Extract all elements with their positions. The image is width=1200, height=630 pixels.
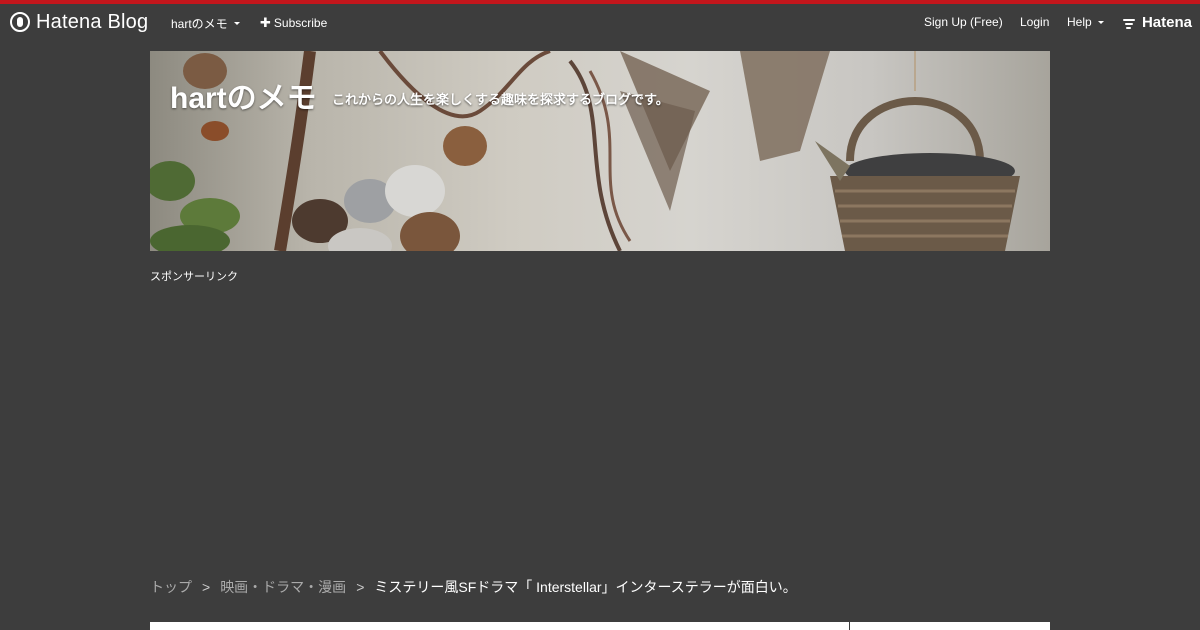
hatena-blog-icon: [10, 12, 30, 32]
main-content: [150, 622, 849, 630]
breadcrumb-current: ミステリー風SFドラマ「 Interstellar」インターステラーが面白い。: [374, 579, 797, 595]
caret-down-icon: [233, 22, 240, 25]
breadcrumb: トップ > 映画・ドラマ・漫画 > ミステリー風SFドラマ「 Interstellar」…: [150, 577, 797, 597]
hatena-logo-text: Hatena: [1141, 14, 1192, 31]
hatena-blog-logo[interactable]: Hatena Blog: [10, 11, 148, 33]
caret-down-icon: [1097, 20, 1104, 24]
breadcrumb-separator: >: [356, 579, 365, 595]
breadcrumb-top[interactable]: トップ: [150, 579, 192, 595]
help-menu[interactable]: Help: [1067, 15, 1104, 29]
global-header: Hatena Blog hartのメモ ✚ Subscribe Sign Up …: [0, 4, 1200, 40]
login-label: Login: [1020, 15, 1050, 29]
plus-icon: ✚: [260, 15, 271, 30]
hatena-logo-icon: [1122, 18, 1137, 29]
login-link[interactable]: Login: [1020, 15, 1049, 29]
sidebar: [850, 622, 1050, 630]
signup-label: Sign Up (Free): [924, 15, 1003, 29]
blog-menu-label: hartのメモ: [171, 17, 228, 31]
sponsored-link-label: スポンサーリンク: [150, 271, 238, 283]
breadcrumb-category[interactable]: 映画・ドラマ・漫画: [220, 579, 346, 595]
blog-description: これからの人生を楽しくする趣味を探求するブログです。: [332, 92, 669, 107]
hatena-logo[interactable]: Hatena: [1122, 14, 1192, 31]
signup-link[interactable]: Sign Up (Free): [924, 15, 1003, 29]
help-label: Help: [1067, 15, 1092, 29]
blog-menu[interactable]: hartのメモ: [171, 15, 240, 32]
breadcrumb-separator: >: [202, 579, 211, 595]
logo-text: Hatena Blog: [36, 10, 149, 33]
subscribe-button[interactable]: ✚ Subscribe: [260, 15, 327, 31]
subscribe-label: Subscribe: [273, 16, 328, 30]
blog-title[interactable]: hartのメモ: [170, 73, 317, 117]
header-banner[interactable]: hartのメモ これからの人生を楽しくする趣味を探求するブログです。: [150, 51, 1050, 251]
